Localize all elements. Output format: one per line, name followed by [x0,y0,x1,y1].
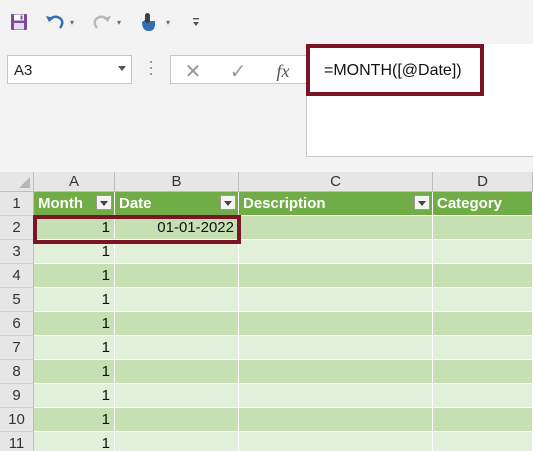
category-cell[interactable] [433,312,533,336]
table-header-month[interactable]: Month [34,192,115,216]
table-header-label: Date [119,195,152,212]
name-box[interactable]: A3 [7,55,132,84]
category-cell[interactable] [433,264,533,288]
table-header-label: Category [437,195,503,212]
row-header[interactable]: 5 [0,288,34,312]
table-header-label: Description [243,195,326,212]
select-all-icon [19,177,30,188]
row-header[interactable]: 10 [0,408,34,432]
table-header-description[interactable]: Description [239,192,433,216]
table-header-date[interactable]: Date [115,192,239,216]
row-header[interactable]: 8 [0,360,34,384]
quick-access-toolbar: ▾ ▾ ▾ [0,0,533,44]
formula-highlight-box: =MONTH([@Date]) [306,44,484,96]
row-highlight-box [33,215,241,244]
touch-mode-icon[interactable] [136,10,160,34]
date-cell[interactable] [115,288,239,312]
description-cell[interactable] [239,336,433,360]
table-header-label: Month [38,195,83,212]
resize-handle-icon[interactable] [149,61,153,79]
filter-dropdown-icon[interactable] [220,195,236,210]
date-cell[interactable] [115,336,239,360]
category-cell[interactable] [433,408,533,432]
touch-dropdown-chevron-icon[interactable]: ▾ [164,10,172,34]
month-cell[interactable]: 1 [34,408,115,432]
customize-toolbar-icon[interactable] [190,10,202,34]
undo-icon[interactable] [43,10,67,34]
insert-function-button[interactable]: fx [271,61,295,81]
column-header-b[interactable]: B [115,172,239,192]
description-cell[interactable] [239,264,433,288]
month-cell[interactable]: 1 [34,384,115,408]
month-cell[interactable]: 1 [34,264,115,288]
enter-icon[interactable]: ✓ [226,59,250,83]
chevron-down-icon[interactable] [118,66,126,71]
month-cell[interactable]: 1 [34,360,115,384]
row-header[interactable]: 1 [0,192,34,216]
category-cell[interactable] [433,240,533,264]
cancel-icon[interactable]: ✕ [181,59,205,83]
filter-dropdown-icon[interactable] [414,195,430,210]
description-cell[interactable] [239,432,433,451]
column-header-a[interactable]: A [34,172,115,192]
category-cell[interactable] [433,336,533,360]
row-header[interactable]: 6 [0,312,34,336]
filter-dropdown-icon[interactable] [96,195,112,210]
row-header[interactable]: 11 [0,432,34,451]
redo-icon[interactable] [90,10,114,34]
month-cell[interactable]: 1 [34,288,115,312]
description-cell[interactable] [239,360,433,384]
description-cell[interactable] [239,312,433,336]
month-cell[interactable]: 1 [34,336,115,360]
select-all-button[interactable] [0,172,34,192]
row-header[interactable]: 2 [0,216,34,240]
column-header-c[interactable]: C [239,172,433,192]
row-header[interactable]: 3 [0,240,34,264]
category-cell[interactable] [433,216,533,240]
date-cell[interactable] [115,312,239,336]
date-cell[interactable] [115,360,239,384]
formula-bar-area: A3 ✕ ✓ fx =MONTH([@Date]) [0,44,533,172]
description-cell[interactable] [239,408,433,432]
category-cell[interactable] [433,360,533,384]
row-header[interactable]: 9 [0,384,34,408]
date-cell[interactable] [115,408,239,432]
description-cell[interactable] [239,240,433,264]
date-cell[interactable] [115,384,239,408]
table-header-category[interactable]: Category [433,192,533,216]
month-cell[interactable]: 1 [34,432,115,451]
description-cell[interactable] [239,384,433,408]
date-cell[interactable] [115,432,239,451]
column-header-d[interactable]: D [433,172,533,192]
row-header[interactable]: 7 [0,336,34,360]
description-cell[interactable] [239,216,433,240]
month-cell[interactable]: 1 [34,312,115,336]
description-cell[interactable] [239,288,433,312]
row-header[interactable]: 4 [0,264,34,288]
worksheet-grid: A B C D 1 Month Date Description Category 2 1 0… [0,172,533,451]
formula-buttons: ✕ ✓ fx [170,55,306,84]
name-box-value: A3 [14,62,33,79]
redo-dropdown-chevron-icon[interactable]: ▾ [115,10,123,34]
category-cell[interactable] [433,432,533,451]
category-cell[interactable] [433,288,533,312]
date-cell[interactable] [115,264,239,288]
formula-text: =MONTH([@Date]) [324,62,462,79]
category-cell[interactable] [433,384,533,408]
save-icon[interactable] [8,10,30,34]
undo-dropdown-chevron-icon[interactable]: ▾ [68,10,76,34]
